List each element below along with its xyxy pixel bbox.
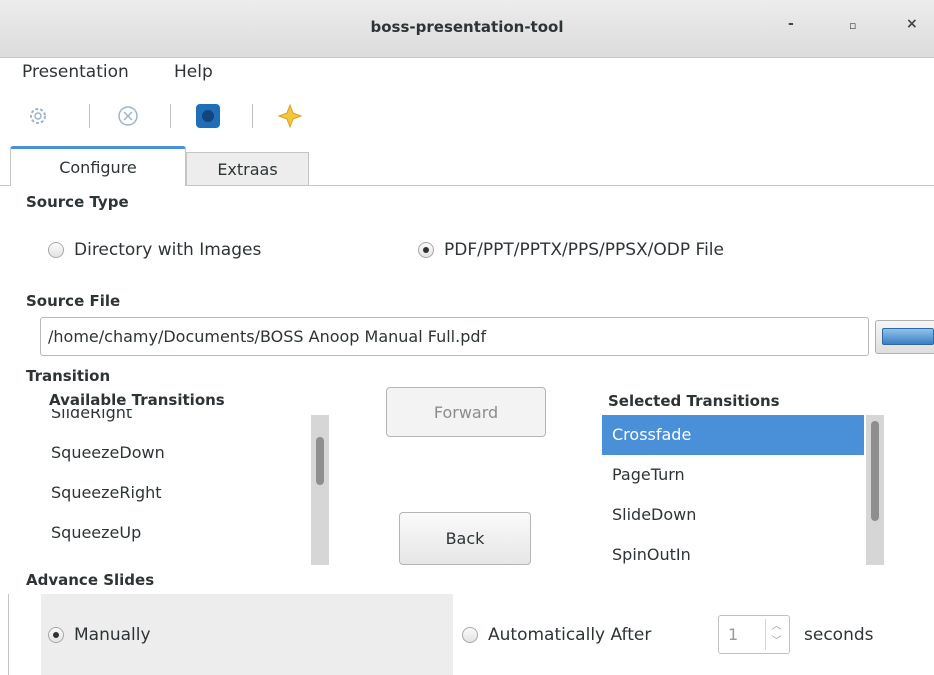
radio-directory-images[interactable]: Directory with Images xyxy=(48,240,261,260)
radio-pdf-file-label: PDF/PPT/PPTX/PPS/PPSX/ODP File xyxy=(444,240,724,260)
scrollbar-thumb[interactable] xyxy=(316,437,324,485)
toolbar xyxy=(0,94,934,138)
list-item[interactable]: PageTurn xyxy=(602,455,864,495)
seconds-label: seconds xyxy=(804,625,874,645)
radio-pdf-file[interactable]: PDF/PPT/PPTX/PPS/PPSX/ODP File xyxy=(418,240,724,260)
close-button[interactable]: × xyxy=(906,16,918,32)
toolbar-separator xyxy=(170,104,171,128)
cancel-circle-icon[interactable] xyxy=(112,100,144,132)
help-icon[interactable] xyxy=(192,100,224,132)
toolbar-separator xyxy=(252,104,253,128)
radio-indicator xyxy=(418,242,434,258)
menu-presentation[interactable]: Presentation xyxy=(22,62,129,82)
list-item[interactable]: SpinOutIn xyxy=(602,535,864,565)
tab-extraas[interactable]: Extraas xyxy=(186,152,309,185)
radio-manually-label: Manually xyxy=(74,625,151,645)
spin-up-icon[interactable]: ︿ xyxy=(766,619,787,634)
spinner-arrows[interactable]: ︿ ﹀ xyxy=(765,619,787,650)
list-item[interactable]: SqueezeRight xyxy=(41,473,311,513)
available-transitions-label: Available Transitions xyxy=(49,391,225,409)
radio-manually[interactable]: Manually xyxy=(48,625,151,645)
source-file-input[interactable]: /home/chamy/Documents/BOSS Anoop Manual … xyxy=(40,317,869,356)
source-type-label: Source Type xyxy=(26,193,129,211)
scrollbar-thumb[interactable] xyxy=(871,421,879,521)
tab-configure[interactable]: Configure xyxy=(10,146,186,186)
list-item[interactable]: SqueezeDown xyxy=(41,433,311,473)
transition-label: Transition xyxy=(26,367,111,385)
forward-button[interactable]: Forward xyxy=(386,387,546,437)
radio-automatically-label: Automatically After xyxy=(488,625,652,645)
source-file-label: Source File xyxy=(26,292,121,310)
browse-folder-button[interactable] xyxy=(875,320,934,354)
menu-bar: Presentation Help xyxy=(0,58,934,88)
seconds-value[interactable]: 1 xyxy=(728,625,738,644)
spin-down-icon[interactable]: ﹀ xyxy=(766,634,787,649)
radio-indicator xyxy=(48,242,64,258)
radio-indicator xyxy=(48,627,64,643)
maximize-button[interactable]: ▫ xyxy=(849,19,856,32)
radio-directory-images-label: Directory with Images xyxy=(74,240,262,260)
selected-scrollbar[interactable] xyxy=(866,415,884,565)
menu-help[interactable]: Help xyxy=(174,62,213,82)
list-item-selected[interactable]: Crossfade xyxy=(602,415,864,455)
radio-indicator xyxy=(462,627,478,643)
radio-automatically[interactable]: Automatically After xyxy=(462,625,651,645)
frame-edge xyxy=(8,594,9,675)
selected-transitions-list[interactable]: Crossfade PageTurn SlideDown SpinOutIn xyxy=(602,415,864,565)
star-icon[interactable] xyxy=(274,100,306,132)
available-scrollbar[interactable] xyxy=(311,415,329,565)
title-bar: boss-presentation-tool - ▫ × xyxy=(0,0,934,58)
advance-slides-label: Advance Slides xyxy=(26,571,155,589)
gear-icon[interactable] xyxy=(22,100,54,132)
available-transitions-list[interactable]: SlideRight SqueezeDown SqueezeRight Sque… xyxy=(41,405,311,565)
seconds-spinner[interactable]: 1 ︿ ﹀ xyxy=(718,615,790,654)
list-item[interactable]: SlideRight xyxy=(41,405,311,433)
toolbar-separator xyxy=(89,104,90,128)
folder-icon xyxy=(882,328,934,345)
selected-transitions-label: Selected Transitions xyxy=(608,392,780,410)
list-item[interactable]: SqueezeUp xyxy=(41,513,311,553)
back-button[interactable]: Back xyxy=(399,512,531,565)
list-item[interactable]: SlideDown xyxy=(602,495,864,535)
minimize-button[interactable]: - xyxy=(788,16,794,32)
